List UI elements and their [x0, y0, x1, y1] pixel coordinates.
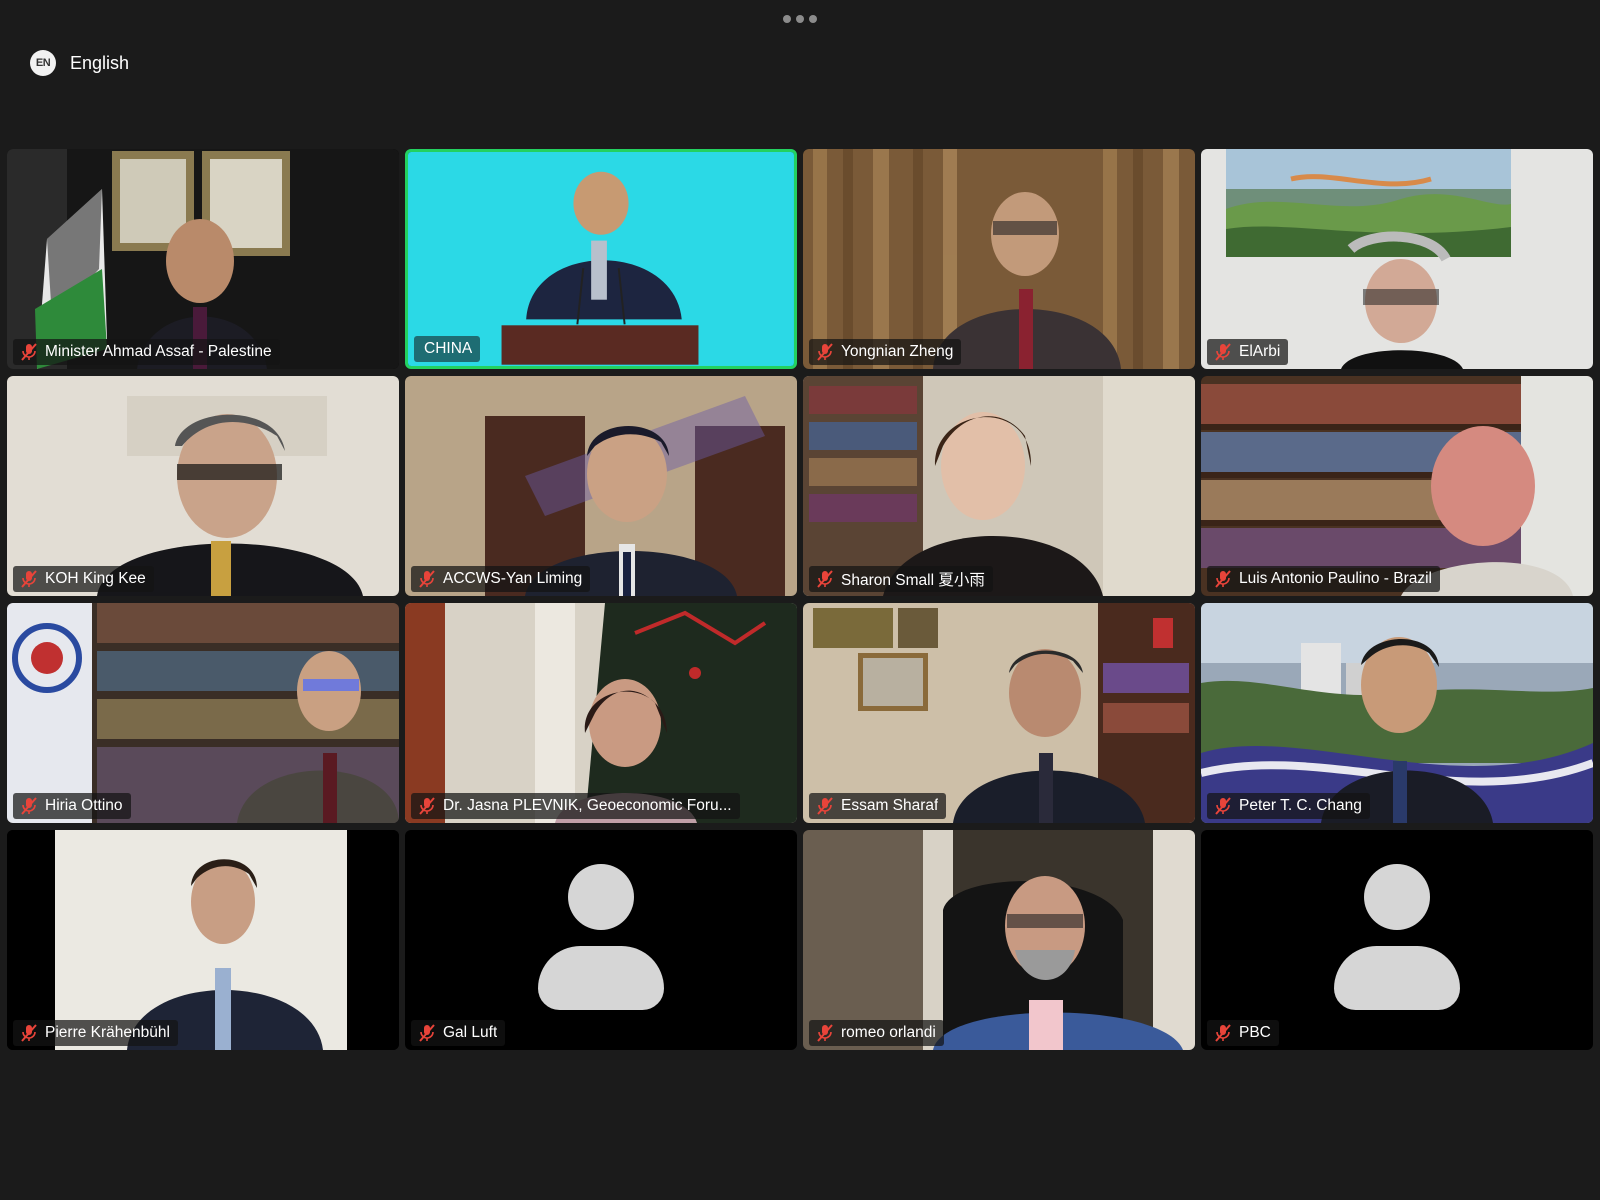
participant-name: KOH King Kee — [45, 570, 146, 587]
participant-video — [7, 830, 399, 1050]
participant-name-tag: Pierre Krähenbühl — [13, 1020, 178, 1046]
muted-mic-icon — [817, 797, 833, 815]
video-tile[interactable]: Hiria Ottino — [7, 603, 399, 823]
participant-name: Gal Luft — [443, 1024, 498, 1041]
participant-name-tag: Luis Antonio Paulino - Brazil — [1207, 566, 1441, 592]
participant-name: Peter T. C. Chang — [1239, 797, 1362, 814]
dot — [783, 15, 791, 23]
participant-name: Dr. Jasna PLEVNIK, Geoeconomic Foru... — [443, 797, 732, 814]
participant-name-tag: Dr. Jasna PLEVNIK, Geoeconomic Foru... — [411, 793, 740, 819]
avatar-body — [538, 946, 664, 1010]
participant-name: Sharon Small 夏小雨 — [841, 572, 985, 589]
participant-name: Minister Ahmad Assaf - Palestine — [45, 343, 272, 360]
participant-name-tag: ElArbi — [1207, 339, 1289, 365]
participant-video — [7, 603, 399, 823]
avatar-placeholder — [1201, 830, 1593, 1050]
participant-name: Hiria Ottino — [45, 797, 123, 814]
participant-name-tag: Sharon Small 夏小雨 — [809, 566, 993, 592]
participant-video — [803, 149, 1195, 369]
video-tile[interactable]: Sharon Small 夏小雨 — [803, 376, 1195, 596]
participant-name-tag: CHINA — [414, 336, 481, 362]
participant-video — [803, 830, 1195, 1050]
participant-name: ACCWS-Yan Liming — [443, 570, 583, 587]
video-tile-no-video[interactable]: PBC — [1201, 830, 1593, 1050]
participant-video — [803, 376, 1195, 596]
video-tile[interactable]: Essam Sharaf — [803, 603, 1195, 823]
muted-mic-icon — [21, 797, 37, 815]
video-tile[interactable]: Peter T. C. Chang — [1201, 603, 1593, 823]
participant-name: CHINA — [424, 340, 473, 357]
participant-name: PBC — [1239, 1024, 1271, 1041]
gallery-view: Minister Ahmad Assaf - Palestine CHINA Y… — [7, 149, 1593, 1051]
language-label: English — [70, 52, 130, 73]
participant-name-tag: ACCWS-Yan Liming — [411, 566, 591, 592]
participant-name-tag: Yongnian Zheng — [809, 339, 962, 365]
video-tile-no-video[interactable]: Gal Luft — [405, 830, 797, 1050]
language-globe-icon: EN — [30, 50, 56, 76]
participant-name-tag: Minister Ahmad Assaf - Palestine — [13, 339, 280, 365]
participant-video — [7, 376, 399, 596]
video-tile[interactable]: ACCWS-Yan Liming — [405, 376, 797, 596]
participant-name: Essam Sharaf — [841, 797, 939, 814]
muted-mic-icon — [419, 570, 435, 588]
video-tile-active-speaker[interactable]: CHINA — [405, 149, 797, 369]
participant-name: romeo orlandi — [841, 1024, 936, 1041]
video-tile[interactable]: Dr. Jasna PLEVNIK, Geoeconomic Foru... — [405, 603, 797, 823]
participant-video — [7, 149, 399, 369]
participant-name-tag: Hiria Ottino — [13, 793, 131, 819]
participant-name-tag: Gal Luft — [411, 1020, 506, 1046]
dot — [809, 15, 817, 23]
dot — [796, 15, 804, 23]
interpretation-language-button[interactable]: EN English — [30, 48, 129, 78]
video-tile[interactable]: KOH King Kee — [7, 376, 399, 596]
video-tile[interactable]: Pierre Krähenbühl — [7, 830, 399, 1050]
video-tile[interactable]: Yongnian Zheng — [803, 149, 1195, 369]
participant-video — [803, 603, 1195, 823]
participant-name-tag: KOH King Kee — [13, 566, 154, 592]
avatar-placeholder — [405, 830, 797, 1050]
avatar-head — [568, 864, 634, 930]
participant-video — [1201, 149, 1593, 369]
muted-mic-icon — [817, 570, 833, 588]
video-tile[interactable]: romeo orlandi — [803, 830, 1195, 1050]
muted-mic-icon — [1215, 797, 1231, 815]
avatar-body — [1334, 946, 1460, 1010]
avatar-head — [1364, 864, 1430, 930]
muted-mic-icon — [21, 570, 37, 588]
muted-mic-icon — [21, 1024, 37, 1042]
muted-mic-icon — [817, 343, 833, 361]
muted-mic-icon — [21, 343, 37, 361]
muted-mic-icon — [419, 1024, 435, 1042]
participant-name: Luis Antonio Paulino - Brazil — [1239, 570, 1433, 587]
video-tile[interactable]: ElArbi — [1201, 149, 1593, 369]
muted-mic-icon — [817, 1024, 833, 1042]
participant-name: Pierre Krähenbühl — [45, 1024, 170, 1041]
participant-video — [405, 603, 797, 823]
participant-name-tag: Peter T. C. Chang — [1207, 793, 1370, 819]
muted-mic-icon — [1215, 343, 1231, 361]
muted-mic-icon — [1215, 1024, 1231, 1042]
participant-video — [1201, 376, 1593, 596]
muted-mic-icon — [1215, 570, 1231, 588]
participant-video — [1201, 603, 1593, 823]
participant-video — [405, 376, 797, 596]
video-tile[interactable]: Luis Antonio Paulino - Brazil — [1201, 376, 1593, 596]
participant-name: ElArbi — [1239, 343, 1281, 360]
participant-name-tag: PBC — [1207, 1020, 1279, 1046]
participant-name: Yongnian Zheng — [841, 343, 954, 360]
participant-name-tag: Essam Sharaf — [809, 793, 947, 819]
participant-name-tag: romeo orlandi — [809, 1020, 944, 1046]
more-options-icon[interactable] — [783, 14, 817, 24]
video-tile[interactable]: Minister Ahmad Assaf - Palestine — [7, 149, 399, 369]
muted-mic-icon — [419, 797, 435, 815]
